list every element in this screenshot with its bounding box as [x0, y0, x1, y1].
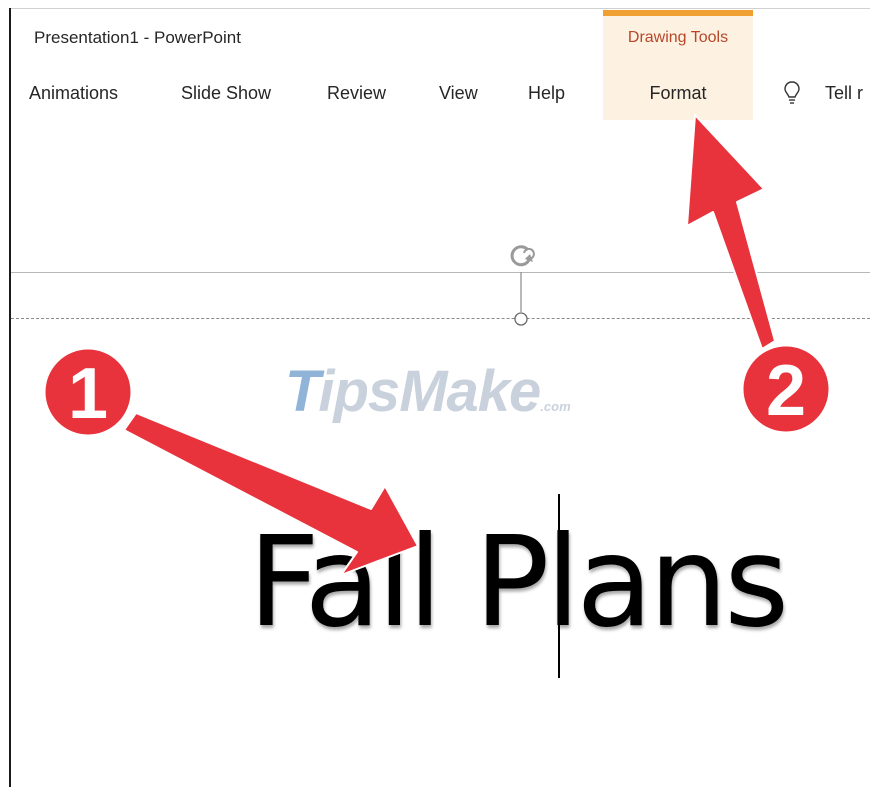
- tab-animations[interactable]: Animations: [29, 83, 118, 104]
- window-title: Presentation1 - PowerPoint: [34, 28, 241, 47]
- tipsmake-watermark: TipsMake.com: [285, 359, 571, 424]
- text-cursor: [558, 494, 560, 678]
- callout-2-number: 2: [766, 351, 806, 431]
- window-top-border: [9, 8, 870, 9]
- tell-me-search[interactable]: Tell r: [825, 83, 863, 104]
- tab-help[interactable]: Help: [528, 83, 565, 104]
- lightbulb-icon[interactable]: [783, 80, 801, 106]
- placeholder-border: [11, 318, 870, 319]
- window-left-border: [9, 8, 11, 787]
- slide-title-text[interactable]: Fall Plans: [248, 520, 789, 645]
- callout-2-badge: 2: [740, 343, 832, 435]
- slide-top-edge: [11, 272, 870, 273]
- tab-view[interactable]: View: [439, 83, 478, 104]
- rotate-handle-icon[interactable]: [502, 236, 542, 331]
- tab-format[interactable]: Format: [603, 83, 753, 104]
- arrow-2-icon: [686, 114, 776, 350]
- tab-slide-show[interactable]: Slide Show: [181, 83, 271, 104]
- tab-review[interactable]: Review: [327, 83, 386, 104]
- callout-1-badge: 1: [42, 346, 134, 438]
- context-tab-drawing-tools: Drawing Tools: [627, 29, 729, 46]
- screenshot-frame: Presentation1 - PowerPoint Drawing Tools…: [0, 0, 870, 787]
- callout-1-number: 1: [68, 354, 108, 434]
- context-tab-accent-bar: [603, 10, 753, 16]
